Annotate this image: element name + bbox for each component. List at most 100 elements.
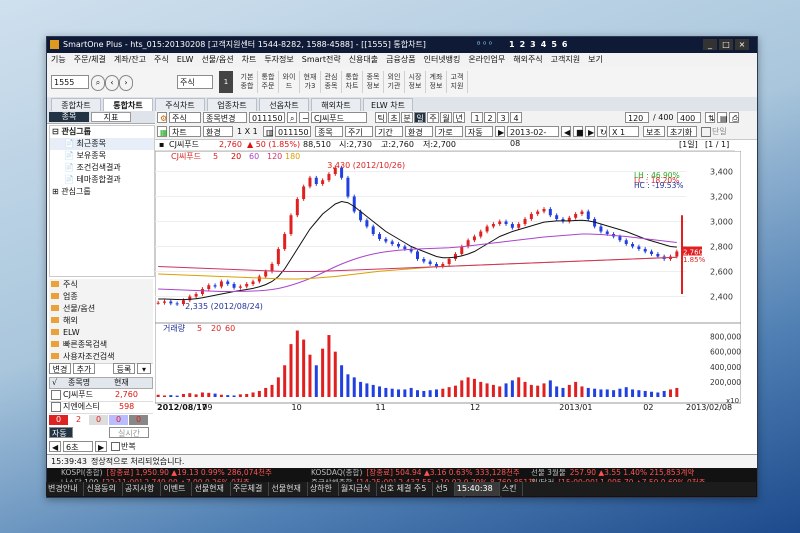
view-icon[interactable]: ▤ bbox=[717, 112, 728, 123]
forward-icon[interactable]: ▶ bbox=[585, 126, 595, 137]
tab-2[interactable]: 주식차트 bbox=[155, 98, 205, 111]
chart-svg[interactable]: CJ씨푸드 5 20 60 120 180 거래량 5 20 60 3,400 3,200 3,000 2… bbox=[155, 151, 741, 441]
menu-item-10[interactable]: 금융상품 bbox=[386, 55, 415, 64]
layout-label[interactable]: 1 X 1 bbox=[237, 126, 258, 137]
grid-icon[interactable]: ▦ bbox=[157, 126, 168, 137]
period-button[interactable]: 초 bbox=[388, 112, 400, 123]
chart-option-button[interactable]: 환경 bbox=[405, 126, 433, 137]
ticker-item[interactable]: KOSPI(종합) [장종료] 1,950.90 ▲19.13 0.99% 286… bbox=[61, 468, 272, 478]
menu-item-11[interactable]: 인터넷뱅킹 bbox=[424, 55, 461, 64]
interval-input[interactable]: 120 bbox=[625, 112, 649, 123]
add-button[interactable]: 추가 bbox=[73, 363, 95, 374]
mode-select[interactable]: 종목변경 bbox=[203, 112, 247, 123]
code-input[interactable]: 011150 bbox=[249, 112, 285, 123]
view-count-input[interactable]: 400 bbox=[677, 112, 701, 123]
period-button[interactable]: 주 bbox=[427, 112, 439, 123]
quick-button-9[interactable]: 계좌 정보 bbox=[426, 71, 447, 93]
quick-button-4[interactable]: 관심 종목 bbox=[321, 71, 342, 93]
taskbar-item[interactable]: 신용동의 bbox=[84, 482, 123, 496]
tab-1[interactable]: 통합차트 bbox=[103, 98, 153, 111]
refresh-icon[interactable]: ↻ bbox=[597, 126, 607, 137]
prev-icon[interactable]: ‹ bbox=[105, 75, 119, 91]
next-icon[interactable]: ▶ bbox=[95, 441, 107, 452]
tree-item-groups[interactable]: ⊞ 관심그룹 bbox=[50, 186, 154, 198]
quick-button-8[interactable]: 시장 정보 bbox=[405, 71, 426, 93]
single-checkbox[interactable] bbox=[701, 127, 711, 137]
search-icon[interactable]: ⌕ bbox=[91, 75, 105, 91]
code-input-2[interactable]: 011150 bbox=[275, 126, 311, 137]
tab-5[interactable]: 해외차트 bbox=[311, 98, 361, 111]
taskbar-item[interactable]: 선물현재 bbox=[192, 482, 231, 496]
taskbar-item[interactable]: 월지급식 bbox=[339, 482, 378, 496]
menu-item-0[interactable]: 기능 bbox=[51, 55, 66, 64]
period-button[interactable]: 월 bbox=[440, 112, 452, 123]
taskbar-item[interactable]: 이벤트 bbox=[161, 482, 193, 496]
change-button[interactable]: 변경 bbox=[49, 363, 71, 374]
tree-item-recent[interactable]: 📄 최근종목 bbox=[50, 138, 154, 150]
toolbar-toggle-button[interactable]: 1 bbox=[219, 71, 233, 93]
maximize-button[interactable]: □ bbox=[719, 39, 733, 50]
row-checkbox[interactable] bbox=[51, 390, 61, 400]
menu-item-4[interactable]: ELW bbox=[177, 55, 194, 64]
menu-item-8[interactable]: Smart전략 bbox=[302, 55, 341, 64]
quick-button-5[interactable]: 통합 차트 bbox=[342, 71, 363, 93]
auto-toggle[interactable]: 자동 bbox=[49, 427, 73, 438]
count-button[interactable]: 4 bbox=[510, 112, 522, 123]
tree-header[interactable]: ⊟ 관심그룹 bbox=[50, 126, 154, 138]
quick-button-10[interactable]: 고객 지원 bbox=[447, 71, 468, 93]
next-icon[interactable]: › bbox=[119, 75, 133, 91]
tree-item-holdings[interactable]: 📄 보유종목 bbox=[50, 150, 154, 162]
count-button[interactable]: 1 bbox=[471, 112, 483, 123]
reset-button[interactable]: 초기화 bbox=[667, 126, 697, 137]
tree-item-theme[interactable]: 📄 테마종합결과 bbox=[50, 174, 154, 186]
skin-button[interactable]: 스킨 bbox=[500, 482, 524, 496]
dropdown-icon[interactable]: ▾ bbox=[137, 363, 151, 374]
register-button[interactable]: 등록 bbox=[113, 363, 135, 374]
period-button[interactable]: 일 bbox=[414, 112, 426, 123]
check-all-icon[interactable]: √ bbox=[52, 378, 57, 388]
tree-item-condition[interactable]: 📄 조건검색결과 bbox=[50, 162, 154, 174]
quick-button-0[interactable]: 기본 종합 bbox=[237, 71, 258, 93]
chart-option-button[interactable]: 가로 bbox=[435, 126, 463, 137]
market-select[interactable]: 주식 bbox=[169, 112, 201, 123]
repeat-checkbox[interactable] bbox=[111, 442, 120, 451]
taskbar-item[interactable]: 선5 bbox=[433, 482, 455, 496]
chart-option-button[interactable]: 주기 bbox=[345, 126, 373, 137]
aux-button[interactable]: 보조 bbox=[643, 126, 665, 137]
menu-item-7[interactable]: 투자정보 bbox=[264, 55, 293, 64]
menu-item-9[interactable]: 신용대출 bbox=[349, 55, 378, 64]
taskbar-item[interactable]: 상하한 bbox=[308, 482, 339, 496]
menu-item-12[interactable]: 온라인업무 bbox=[468, 55, 505, 64]
taskbar-item[interactable]: 신호 체결 주5 bbox=[377, 482, 434, 496]
minus-icon[interactable]: − bbox=[299, 112, 309, 123]
minimize-button[interactable]: _ bbox=[703, 39, 717, 50]
tab-0[interactable]: 종합차트 bbox=[51, 98, 101, 111]
menu-item-3[interactable]: 주식 bbox=[154, 55, 169, 64]
numbar[interactable]: 123456 bbox=[509, 37, 572, 53]
chart-button[interactable]: 차트 bbox=[169, 126, 201, 137]
chart-option-button[interactable]: 기간 bbox=[375, 126, 403, 137]
menu-item-5[interactable]: 선물/옵션 bbox=[201, 55, 233, 64]
tab-4[interactable]: 선옵차트 bbox=[259, 98, 309, 111]
taskbar-item[interactable]: 공지사항 bbox=[123, 482, 162, 496]
quick-button-1[interactable]: 통합 주문 bbox=[258, 71, 279, 93]
period-button[interactable]: 분 bbox=[401, 112, 413, 123]
row-checkbox[interactable] bbox=[51, 402, 61, 412]
quick-button-2[interactable]: 와이 드 bbox=[279, 71, 300, 93]
print-icon[interactable]: ⎙ bbox=[729, 112, 739, 123]
tab-6[interactable]: ELW 차트 bbox=[363, 98, 413, 111]
search-icon[interactable]: ⌕ bbox=[287, 112, 297, 123]
titlebar-tools[interactable]: ᴮ ⁰ ⁰ bbox=[477, 37, 492, 53]
menu-item-13[interactable]: 해외주식 bbox=[513, 55, 542, 64]
menu-item-6[interactable]: 차트 bbox=[242, 55, 257, 64]
play-icon[interactable]: ▶ bbox=[495, 126, 505, 137]
menu-item-2[interactable]: 계좌/잔고 bbox=[114, 55, 146, 64]
arrow-icon[interactable]: ⇅ bbox=[705, 112, 715, 123]
tab-3[interactable]: 업종차트 bbox=[207, 98, 257, 111]
multiplier-select[interactable]: X 1 bbox=[609, 126, 639, 137]
menu-item-14[interactable]: 고객지원 bbox=[551, 55, 580, 64]
env-button[interactable]: 환경 bbox=[203, 126, 233, 137]
tab-stocks[interactable]: 종목 bbox=[49, 112, 89, 122]
quick-button-7[interactable]: 외인 기관 bbox=[384, 71, 405, 93]
pages-label[interactable]: [1 / 1] bbox=[705, 139, 729, 150]
